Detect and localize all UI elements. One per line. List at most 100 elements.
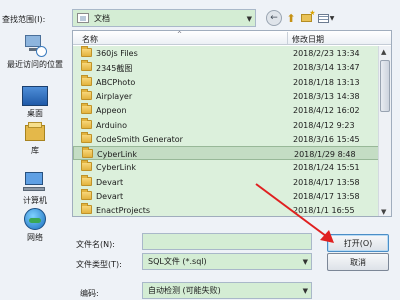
up-folder-button[interactable]: ⬆	[284, 10, 298, 26]
list-header: 名称 ^ 修改日期	[73, 31, 391, 45]
new-folder-icon	[300, 9, 316, 22]
look-in-combo[interactable]: 文档 ▼	[72, 9, 256, 27]
folder-icon	[81, 160, 92, 172]
file-name: Arduino	[96, 120, 127, 130]
file-name: Devart	[96, 177, 124, 187]
computer-icon	[23, 171, 47, 193]
folder-icon	[82, 147, 93, 159]
file-name: CyberLink	[96, 163, 136, 173]
file-date: 2018/4/17 13:58	[293, 192, 360, 201]
folder-icon	[81, 60, 92, 72]
folder-icon	[81, 131, 92, 143]
file-date: 2018/4/12 16:02	[293, 106, 360, 116]
network-icon	[24, 208, 46, 230]
look-in-label: 查找范围(I):	[2, 15, 46, 24]
encoding-select[interactable]: 自动检测 (可能失败) ▼	[142, 282, 312, 299]
view-grid-icon	[317, 13, 329, 23]
file-name: 360js Files	[96, 49, 138, 58]
file-name: Airplayer	[96, 91, 133, 101]
place-label: 网络	[27, 233, 43, 242]
folder-icon	[81, 174, 92, 186]
list-item[interactable]: Airplayer 2018/3/13 14:38	[73, 88, 379, 103]
list-item[interactable]: Arduino 2018/4/12 9:23	[73, 117, 379, 132]
list-item[interactable]: Devart 2018/4/17 13:58	[73, 189, 379, 203]
file-rows: 360js Files 2018/2/23 13:34 2345截图 2018/3/1…	[73, 46, 379, 216]
list-item[interactable]: 2345截图 2018/3/14 13:47	[73, 60, 379, 74]
list-item[interactable]: CyberLink 2018/1/29 8:48	[73, 146, 379, 161]
folder-icon	[81, 46, 92, 57]
file-name: Devart	[96, 192, 124, 201]
sort-arrow-icon: ^	[177, 31, 183, 38]
scroll-up-icon[interactable]: ▲	[381, 48, 386, 56]
file-name: CodeSmith Generator	[96, 134, 183, 144]
place-network[interactable]: 网络	[0, 208, 70, 243]
file-date: 2018/1/18 13:13	[293, 77, 360, 87]
file-date: 2018/1/24 15:51	[293, 163, 360, 173]
place-label: 最近访问的位置	[7, 60, 63, 69]
place-library[interactable]: 库	[0, 121, 70, 156]
list-item[interactable]: CyberLink 2018/1/24 15:51	[73, 160, 379, 174]
encoding-value: 自动检测 (可能失败)	[148, 286, 221, 295]
scroll-thumb[interactable]	[380, 60, 390, 112]
place-computer[interactable]: 计算机	[0, 171, 70, 206]
folder-icon	[81, 74, 92, 86]
file-name: 2345截图	[96, 64, 133, 74]
up-folder-icon: ⬆	[286, 11, 296, 25]
open-button[interactable]: 打开(O)	[327, 234, 389, 252]
desktop-icon	[22, 86, 48, 106]
back-button[interactable]: ←	[266, 10, 282, 26]
file-name: Appeon	[96, 106, 127, 116]
filetype-select[interactable]: SQL文件 (*.sql) ▼	[142, 253, 312, 270]
list-item[interactable]: 360js Files 2018/2/23 13:34	[73, 46, 379, 60]
folder-icon	[81, 203, 92, 215]
column-name-header[interactable]: 名称	[82, 34, 98, 45]
library-icon	[23, 121, 47, 143]
file-date: 2018/1/29 8:48	[294, 150, 356, 160]
file-date: 2018/4/17 13:58	[293, 177, 360, 187]
list-item[interactable]: ABCPhoto 2018/1/18 13:13	[73, 74, 379, 89]
filename-label: 文件名(N):	[76, 240, 115, 249]
file-date: 2018/3/13 14:38	[293, 91, 360, 101]
filename-input[interactable]	[142, 233, 312, 250]
folder-icon	[81, 88, 92, 100]
place-label: 桌面	[27, 109, 43, 118]
place-label: 计算机	[23, 196, 47, 205]
list-item[interactable]: CodeSmith Generator 2018/3/16 15:45	[73, 131, 379, 146]
place-desktop[interactable]: 桌面	[0, 86, 70, 119]
file-date: 2018/3/14 13:47	[293, 63, 360, 73]
filetype-label: 文件类型(T):	[76, 260, 122, 269]
list-item[interactable]: Devart 2018/4/17 13:58	[73, 174, 379, 189]
place-label: 库	[31, 146, 39, 155]
file-date: 2018/2/23 13:34	[293, 49, 360, 58]
file-date: 2018/4/12 9:23	[293, 120, 355, 130]
chevron-down-icon: ▼	[302, 287, 308, 295]
column-separator[interactable]	[287, 32, 288, 44]
recent-places-icon	[23, 33, 47, 57]
column-date-header[interactable]: 修改日期	[292, 34, 324, 45]
chevron-down-icon: ▼	[329, 14, 335, 22]
list-item[interactable]: EnactProjects 2018/1/1 16:55	[73, 203, 379, 216]
list-item[interactable]: Appeon 2018/4/12 16:02	[73, 103, 379, 117]
folder-icon	[81, 117, 92, 129]
scroll-down-icon[interactable]: ▼	[381, 208, 386, 216]
places-bar: 最近访问的位置 桌面 库 计算机 网络	[0, 31, 70, 251]
encoding-label: 编码:	[80, 289, 99, 298]
place-recent[interactable]: 最近访问的位置	[0, 33, 70, 70]
file-name: EnactProjects	[96, 206, 151, 216]
back-arrow-icon: ←	[270, 13, 278, 23]
documents-folder-icon	[77, 13, 89, 23]
new-folder-button[interactable]	[299, 9, 316, 26]
cancel-button[interactable]: 取消	[327, 253, 389, 271]
chevron-down-icon: ▼	[302, 258, 308, 266]
file-list[interactable]: 名称 ^ 修改日期 360js Files 2018/2/23 13:34 2345…	[72, 30, 392, 217]
folder-icon	[81, 103, 92, 115]
view-menu-button[interactable]: ▼	[316, 10, 336, 26]
chevron-down-icon: ▼	[246, 15, 252, 23]
file-date: 2018/1/1 16:55	[293, 206, 355, 216]
look-in-value: 文档	[94, 13, 110, 23]
vertical-scrollbar[interactable]: ▲ ▼	[378, 46, 391, 216]
file-name: ABCPhoto	[96, 77, 136, 87]
folder-icon	[81, 189, 92, 200]
file-name: CyberLink	[97, 150, 137, 160]
filetype-value: SQL文件 (*.sql)	[148, 257, 207, 266]
